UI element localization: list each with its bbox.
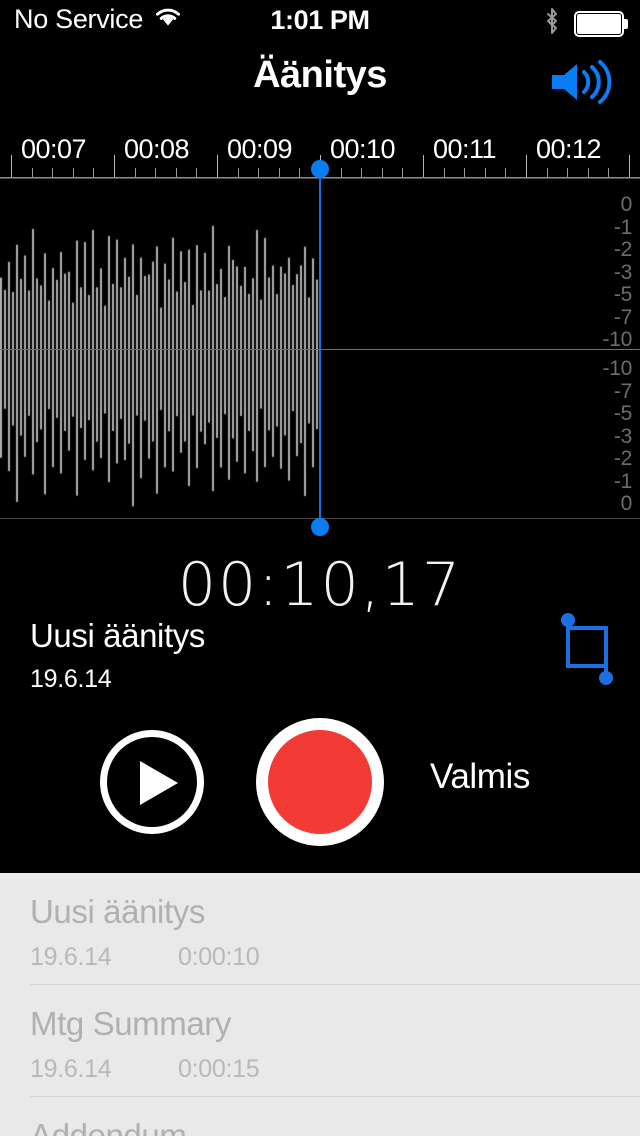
page-title: Äänitys	[253, 54, 387, 96]
ruler-label: 00:11	[433, 134, 497, 164]
ruler-tick-minor	[444, 168, 445, 177]
db-tick-label: -2	[613, 447, 632, 470]
db-tick-label: -5	[613, 402, 632, 425]
list-item-duration: 0:00:15	[178, 1055, 260, 1083]
navigation-bar: Äänitys	[0, 40, 640, 118]
ruler-label: 00:12	[536, 134, 602, 164]
play-triangle-icon	[140, 761, 178, 805]
ruler-tick-minor	[176, 168, 177, 177]
ruler-tick-minor	[588, 168, 589, 177]
ruler-tick-minor	[238, 168, 239, 177]
status-bar: No Service 1:01 PM	[0, 0, 640, 40]
ruler-tick-minor	[52, 168, 53, 177]
ruler-tick-major	[11, 155, 12, 177]
playhead-handle-top[interactable]	[311, 160, 329, 178]
db-tick-label: -1	[613, 470, 632, 493]
ruler-tick-minor	[279, 168, 280, 177]
list-item[interactable]: Addendum	[0, 1097, 640, 1136]
ruler-tick-major	[114, 155, 115, 177]
ruler-tick-major	[423, 155, 424, 177]
ruler-tick-major	[526, 155, 527, 177]
recording-date: 19.6.14	[30, 665, 112, 693]
ruler-tick-minor	[505, 168, 506, 177]
list-item-date: 19.6.14	[30, 943, 112, 971]
status-bar-right	[542, 6, 628, 41]
ruler-tick-minor	[382, 168, 383, 177]
list-item-duration: 0:00:10	[178, 943, 260, 971]
done-button[interactable]: Valmis	[430, 757, 530, 797]
db-tick-label: 0	[620, 492, 633, 515]
playhead-handle-bottom[interactable]	[311, 518, 329, 536]
ruler-tick-minor	[341, 168, 342, 177]
ruler-tick-minor	[464, 168, 465, 177]
ruler-tick-minor	[155, 168, 156, 177]
list-item-date: 19.6.14	[30, 1055, 112, 1083]
playhead-line	[319, 169, 321, 527]
trim-crop-icon[interactable]	[554, 610, 618, 688]
ruler-tick-minor	[361, 168, 362, 177]
ruler-tick-minor	[299, 168, 300, 177]
ruler-tick-minor	[73, 168, 74, 177]
record-button[interactable]	[256, 718, 384, 846]
list-item-title: Mtg Summary	[30, 1005, 231, 1042]
list-item-title: Addendum	[30, 1117, 187, 1136]
elapsed-time-display: 00:10,17	[177, 550, 463, 620]
ruler-tick-minor	[567, 168, 568, 177]
ruler-tick-minor	[258, 168, 259, 177]
bluetooth-icon	[542, 6, 562, 41]
ruler-tick-major	[217, 155, 218, 177]
db-tick-label: -3	[613, 425, 632, 448]
list-item[interactable]: Uusi äänitys 19.6.14 0:00:10	[0, 873, 640, 985]
play-button[interactable]	[100, 730, 204, 834]
list-item[interactable]: Mtg Summary 19.6.14 0:00:15	[0, 985, 640, 1097]
ruler-label: 00:08	[124, 134, 190, 164]
record-inner-circle	[268, 730, 372, 834]
ruler-tick-minor	[32, 168, 33, 177]
ruler-tick-minor	[485, 168, 486, 177]
recordings-list[interactable]: Uusi äänitys 19.6.14 0:00:10 Mtg Summary 19.…	[0, 873, 640, 1136]
ruler-tick-minor	[196, 168, 197, 177]
ruler-label: 00:10	[330, 134, 396, 164]
ruler-label: 00:07	[21, 134, 87, 164]
battery-full-icon	[574, 10, 628, 37]
ruler-tick-minor	[135, 168, 136, 177]
ruler-tick-minor	[93, 168, 94, 177]
ruler-tick-minor	[402, 168, 403, 177]
ruler-label: 00:09	[227, 134, 293, 164]
list-item-title: Uusi äänitys	[30, 893, 205, 930]
db-scale-bottom: -10 -7 -5 -3 -2 -1 0	[580, 179, 633, 518]
recording-name: Uusi äänitys	[30, 617, 205, 654]
ruler-tick-minor	[547, 168, 548, 177]
db-tick-label: -10	[602, 357, 633, 380]
ruler-tick-major	[629, 155, 630, 177]
voice-memos-screen: No Service 1:01 PM Äänitys 00:07 00:08 0…	[0, 0, 640, 1136]
db-tick-label: -7	[613, 380, 632, 403]
speaker-volume-icon[interactable]	[548, 58, 620, 106]
ruler-tick-minor	[608, 168, 609, 177]
